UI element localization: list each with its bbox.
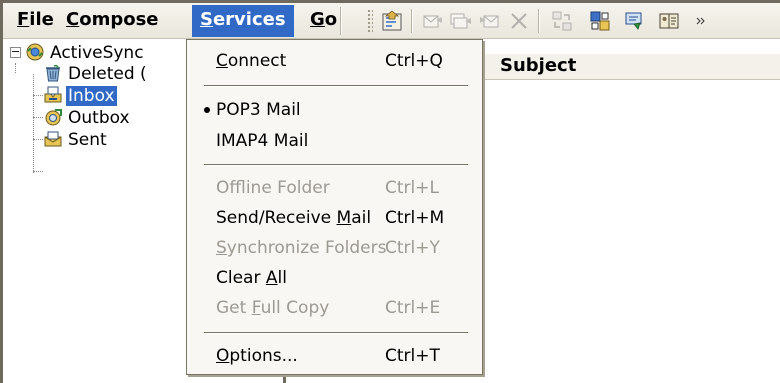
menu-item-imap4-mail[interactable]: IMAP4 Mail <box>187 127 482 155</box>
menu-item-send-receive-mail[interactable]: Send/Receive Mail Ctrl+M <box>187 204 482 232</box>
toolbar-grip[interactable] <box>367 9 373 33</box>
menu-item-connect[interactable]: Connect Ctrl+Q <box>187 47 482 75</box>
toolbar-more-icon[interactable] <box>693 7 707 35</box>
deleted-items-icon <box>43 63 63 83</box>
menu-file[interactable]: File <box>9 5 62 37</box>
radio-bullet-icon <box>204 107 210 113</box>
reply-icon[interactable] <box>419 7 447 35</box>
activesync-icon <box>25 42 45 62</box>
menu-item-pop3-mail[interactable]: POP3 Mail <box>187 96 482 124</box>
address-book-icon[interactable] <box>655 7 683 35</box>
menu-item-clear-all[interactable]: Clear All <box>187 264 482 292</box>
menu-item-offline-folder: Offline Folder Ctrl+L <box>216 178 439 198</box>
services-menu: Connect Ctrl+Q POP3 Mail IMAP4 Mail Offl… <box>186 39 483 375</box>
inbox-icon <box>43 85 63 105</box>
message-list-header: Subject <box>483 54 780 80</box>
menu-go[interactable]: Go <box>302 5 345 37</box>
properties-icon[interactable] <box>378 7 406 35</box>
tree-node-sent[interactable]: Sent <box>43 129 109 151</box>
menu-item-synchronize-folders: Synchronize Folders Ctrl+Y <box>216 238 440 258</box>
outbox-icon <box>43 107 63 127</box>
toolbar-divider <box>411 9 413 33</box>
menu-services[interactable]: Services <box>192 5 294 37</box>
menu-item-get-full-copy: Get Full Copy Ctrl+E <box>216 298 441 318</box>
send-receive-icon[interactable] <box>548 7 576 35</box>
toolbar-divider <box>538 9 540 33</box>
menu-separator <box>204 164 468 166</box>
sent-items-icon <box>43 129 63 149</box>
column-header-subject[interactable]: Subject <box>500 55 576 76</box>
compose-icon[interactable] <box>621 7 649 35</box>
reply-all-icon[interactable] <box>447 7 475 35</box>
delete-icon[interactable] <box>505 7 533 35</box>
tree-node-outbox[interactable]: Outbox <box>43 107 132 129</box>
tree-node-deleted[interactable]: Deleted ( <box>43 63 149 85</box>
folders-icon[interactable] <box>586 7 614 35</box>
menu-separator <box>204 85 468 87</box>
tree-node-activesync[interactable]: ActiveSync <box>25 42 146 64</box>
menu-compose[interactable]: Compose <box>58 5 167 37</box>
menu-item-options[interactable]: Options... Ctrl+T <box>187 342 482 370</box>
tree-node-inbox[interactable]: Inbox <box>43 85 117 107</box>
forward-icon[interactable] <box>475 7 503 35</box>
menubar: File Compose Services Go <box>3 3 780 39</box>
menu-separator <box>204 332 468 334</box>
tree-collapse-toggle[interactable]: − <box>10 46 21 58</box>
menubar-divider <box>340 7 342 35</box>
